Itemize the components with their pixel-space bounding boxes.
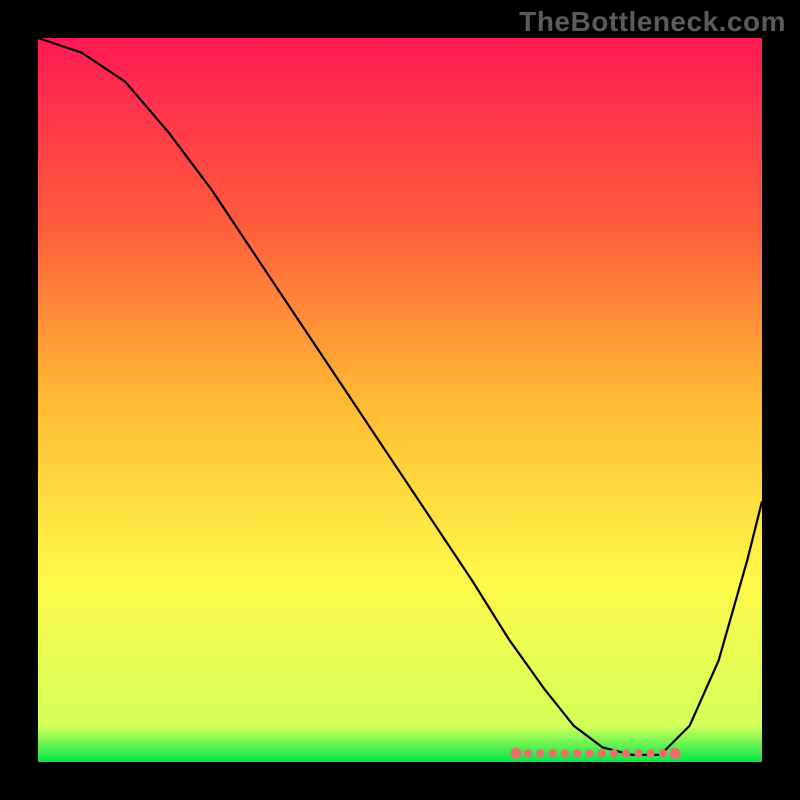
bottleneck-chart — [0, 0, 800, 800]
watermark-text: TheBottleneck.com — [519, 6, 786, 38]
plot-background — [38, 38, 762, 762]
chart-container: TheBottleneck.com — [0, 0, 800, 800]
